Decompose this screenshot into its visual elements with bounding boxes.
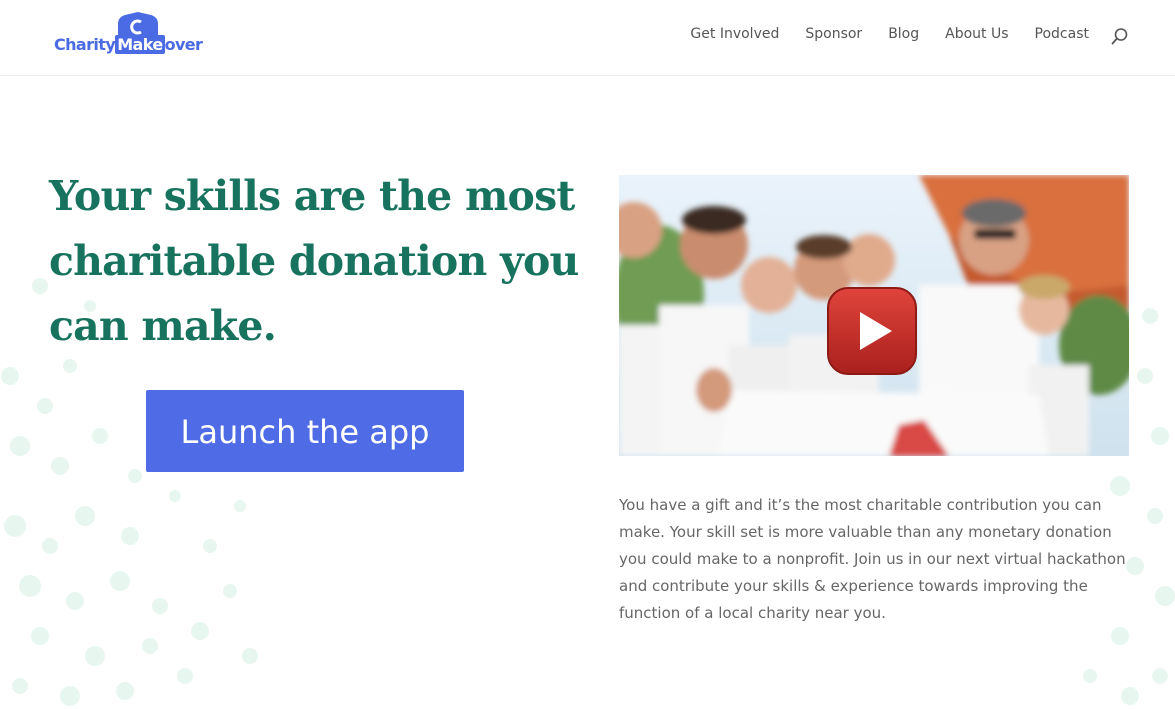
nav-sponsor[interactable]: Sponsor <box>805 26 862 42</box>
nav-podcast[interactable]: Podcast <box>1035 26 1089 42</box>
youtube-play-icon[interactable] <box>826 286 918 376</box>
nav-blog[interactable]: Blog <box>888 26 919 42</box>
charity-makeover-logo[interactable]: Charity Make over <box>54 12 204 60</box>
nav-get-involved[interactable]: Get Involved <box>690 26 779 42</box>
video-player[interactable] <box>619 175 1129 456</box>
logo-over: over <box>164 35 203 54</box>
launch-app-button[interactable]: Launch the app <box>146 390 464 472</box>
main-nav: Get Involved Sponsor Blog About Us Podca… <box>690 26 1089 42</box>
hero-description: You have a gift and it’s the most charit… <box>619 496 1126 622</box>
logo-text: Charity Make over <box>54 35 203 54</box>
logo-make: Make <box>115 35 165 54</box>
site-header: Charity Make over Get Involved Sponsor Blo… <box>0 0 1175 76</box>
logo-charity: Charity <box>54 35 116 54</box>
hero-headline: Your skills are the most charitable dona… <box>49 172 579 350</box>
search-icon[interactable] <box>1110 27 1130 47</box>
nav-about-us[interactable]: About Us <box>945 26 1008 42</box>
